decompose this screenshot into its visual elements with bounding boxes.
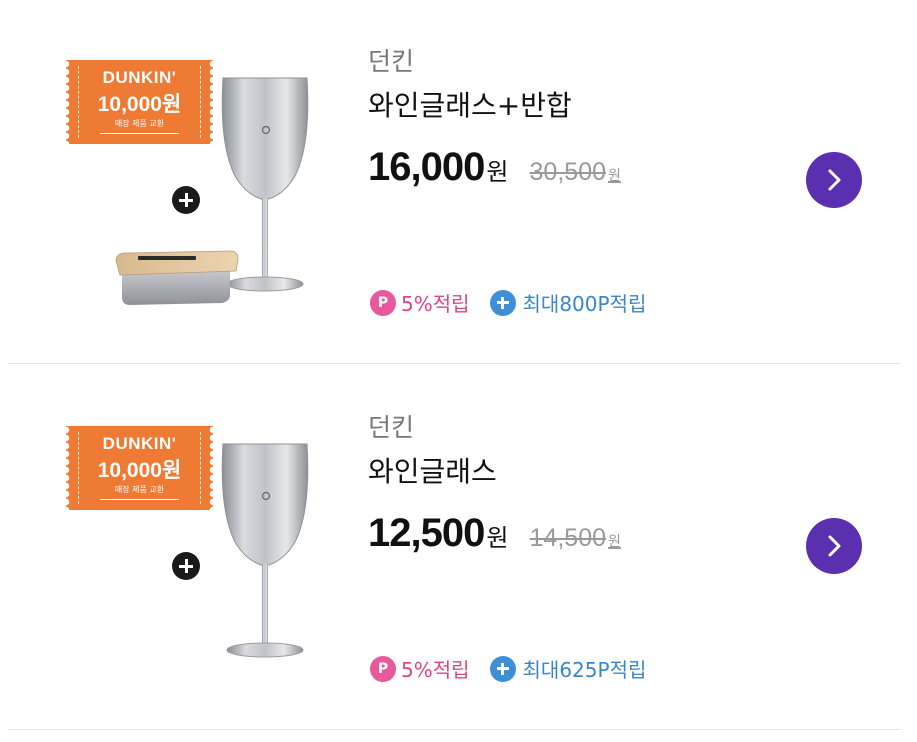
original-price: 14,500 원 <box>529 524 621 552</box>
divider <box>8 729 901 730</box>
coupon-amount: 10,000원 <box>97 459 182 482</box>
point-rate: 5%적립 <box>401 658 470 682</box>
product-brand: 던킨 <box>368 413 415 442</box>
plus-circle-icon <box>489 289 516 316</box>
sale-price: 16,000 <box>368 145 485 189</box>
plus-icon <box>172 186 200 214</box>
plus-icon <box>172 552 200 580</box>
sale-price: 12,500 <box>368 511 485 555</box>
product-title: 와인글래스+반합 <box>368 89 572 122</box>
coupon-brand: DUNKIN' <box>102 68 177 87</box>
coupon-note: 매장 제품 교환 <box>114 119 165 128</box>
price-row: 12,500원 14,500 원 <box>368 511 621 556</box>
coupon-note: 매장 제품 교환 <box>114 485 165 494</box>
coupon-brand: DUNKIN' <box>102 434 177 453</box>
product-title: 와인글래스 <box>368 455 497 488</box>
coupon-amount: 10,000원 <box>97 93 182 116</box>
point-p-icon: P <box>370 289 396 316</box>
plus-circle-icon <box>489 655 516 682</box>
price-unit: 원 <box>486 158 509 186</box>
chevron-right-icon <box>828 535 841 557</box>
point-rate: 5%적립 <box>401 292 470 316</box>
points-row: P 5%적립 최대800P적립 <box>370 288 646 317</box>
product-brand: 던킨 <box>368 47 415 76</box>
product-item[interactable]: DUNKIN' 10,000원 매장 제품 교환 던킨 와인글래스+반합 16,… <box>0 0 917 364</box>
coupon-image: DUNKIN' 10,000원 매장 제품 교환 <box>66 60 213 144</box>
points-row: P 5%적립 최대625P적립 <box>370 654 646 683</box>
price-row: 16,000원 30,500 원 <box>368 145 621 190</box>
detail-button[interactable] <box>806 518 862 574</box>
lunchbox-image <box>115 250 239 305</box>
max-points: 최대800P적립 <box>522 292 647 316</box>
divider <box>8 363 901 364</box>
product-item[interactable]: DUNKIN' 10,000원 매장 제품 교환 던킨 와인글래스 12,500… <box>0 366 917 730</box>
original-price: 30,500 원 <box>529 158 621 186</box>
chevron-right-icon <box>828 169 841 191</box>
coupon-image: DUNKIN' 10,000원 매장 제품 교환 <box>66 426 213 510</box>
price-unit: 원 <box>486 524 509 552</box>
wine-glass-image <box>221 443 309 658</box>
detail-button[interactable] <box>806 152 862 208</box>
point-p-icon: P <box>370 655 396 682</box>
max-points: 최대625P적립 <box>522 658 647 682</box>
